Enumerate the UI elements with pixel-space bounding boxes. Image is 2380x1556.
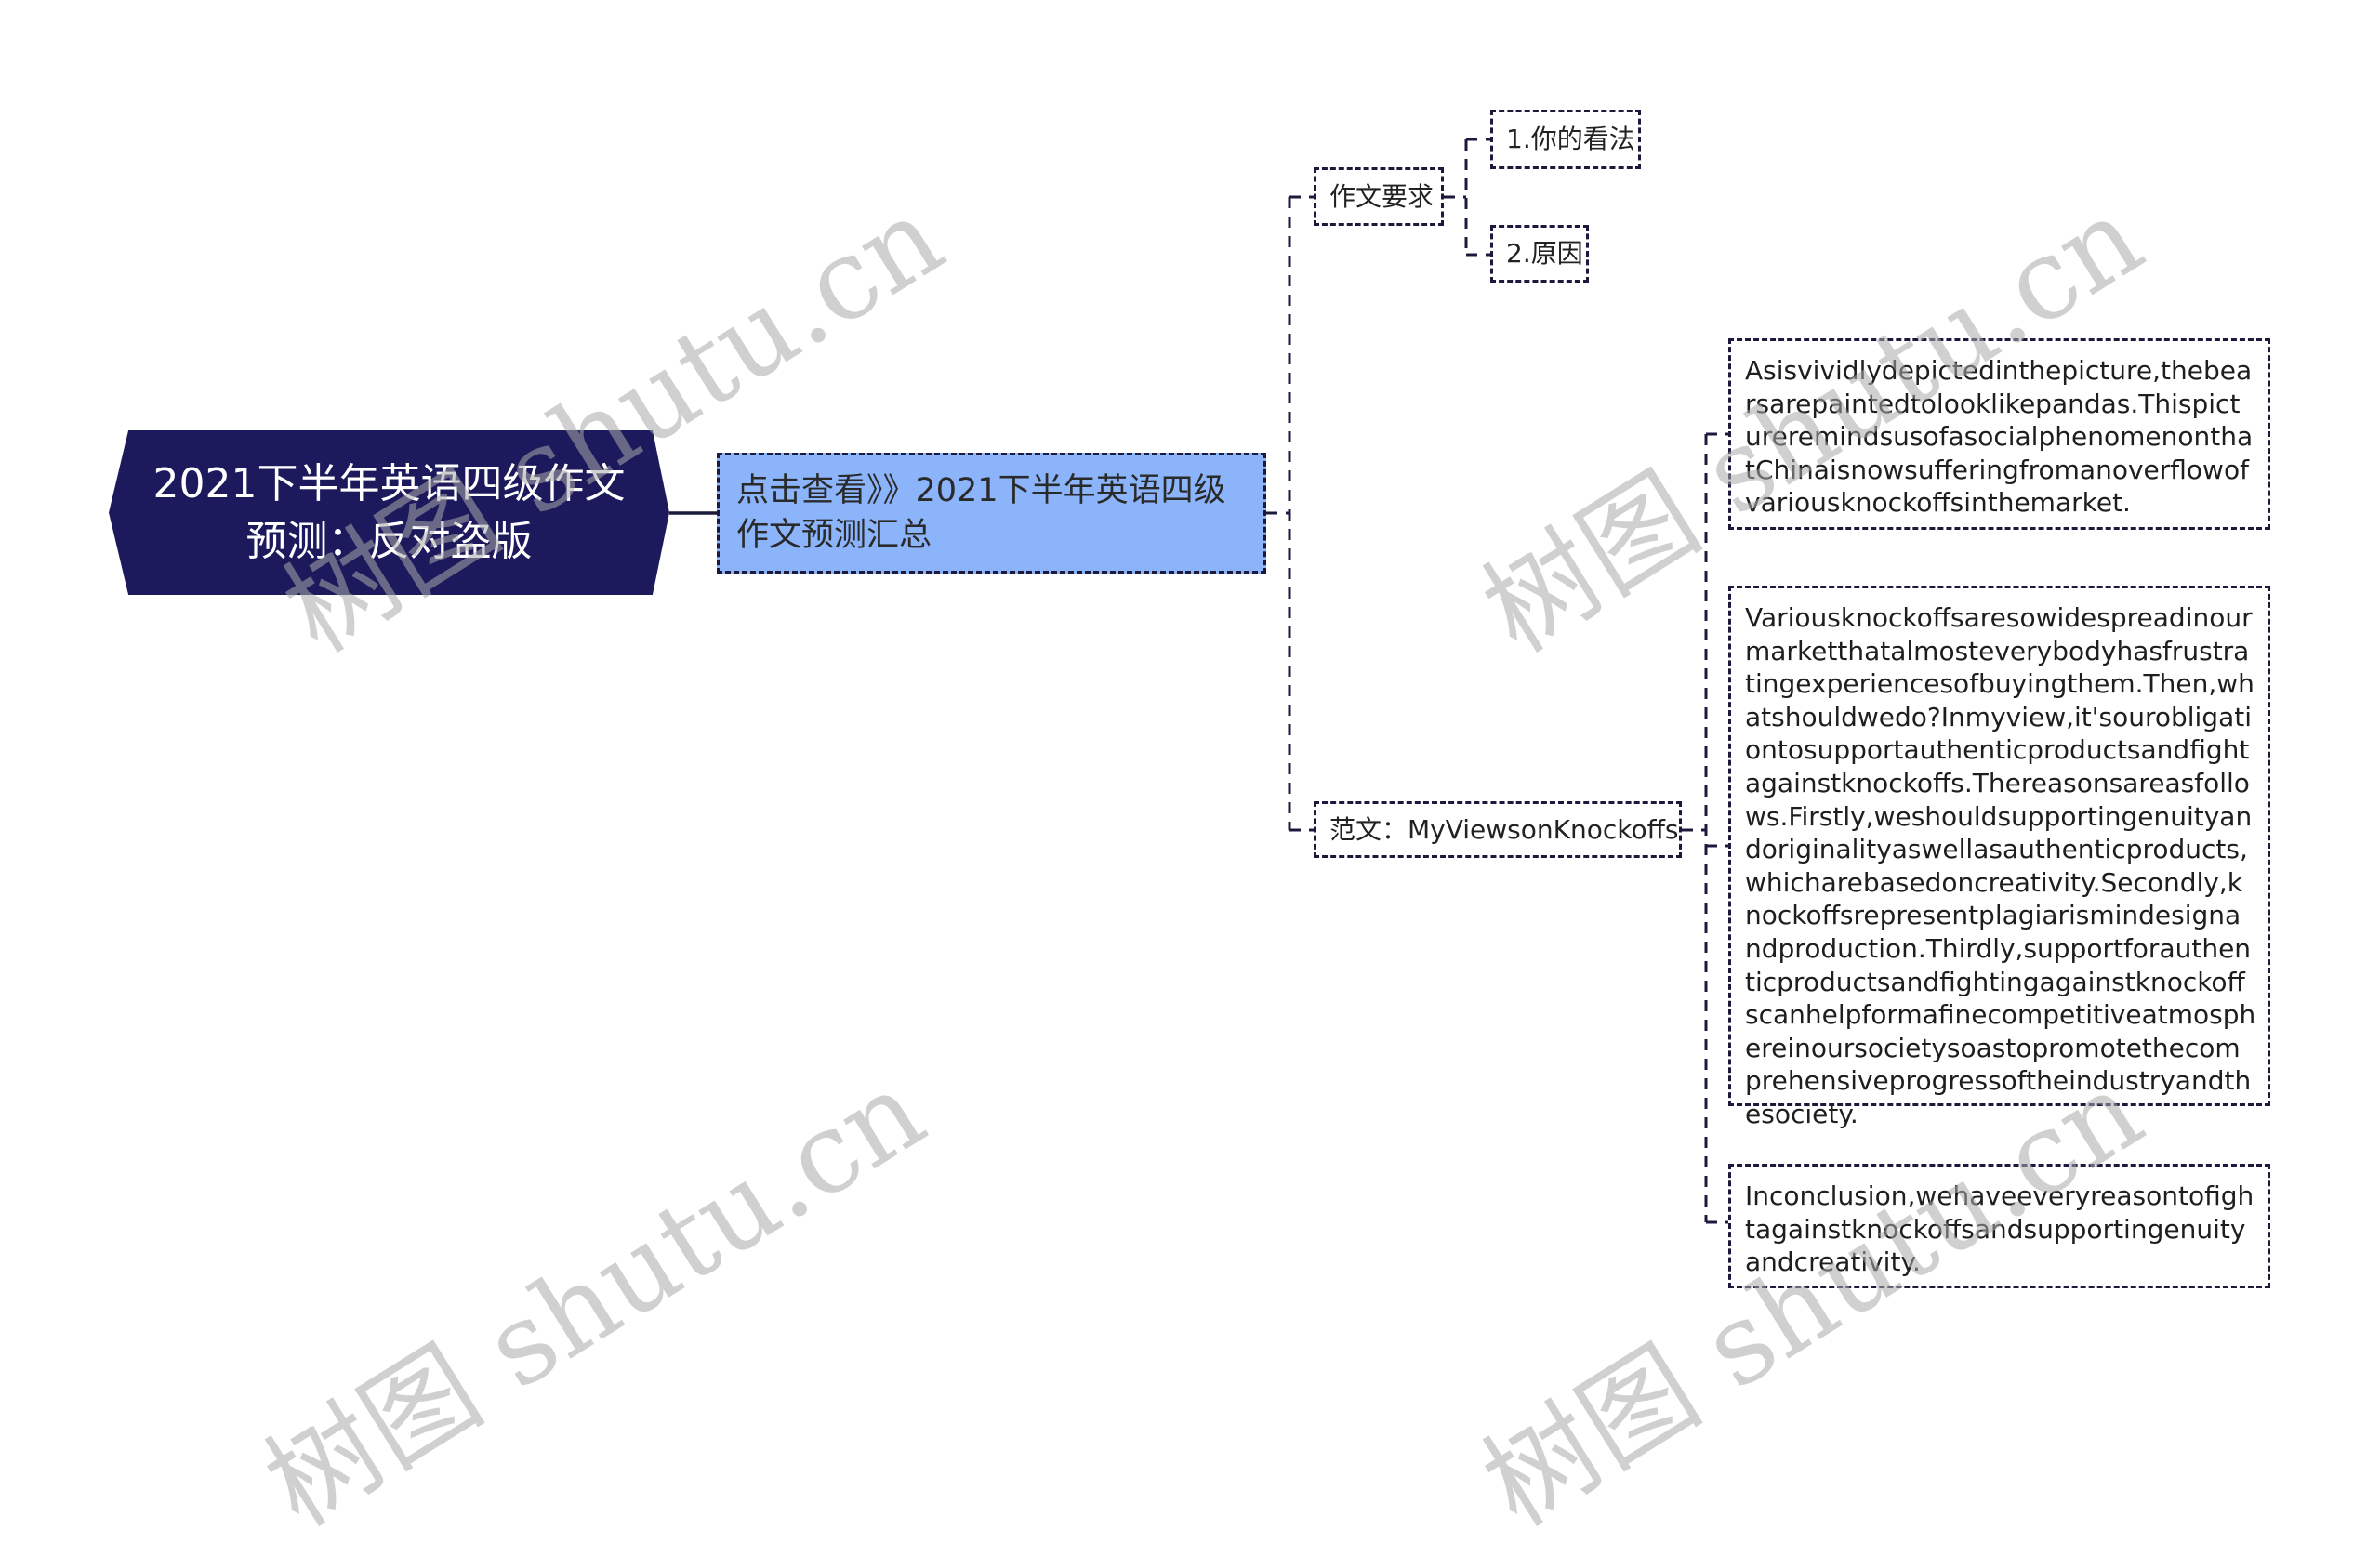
requirements-label: 作文要求 <box>1329 180 1435 212</box>
essay-paragraph-3[interactable]: Inconclusion,wehaveeveryreasontofightaga… <box>1728 1164 2270 1288</box>
summary-link-label[interactable]: 点击查看》》2021下半年英语四级作文预测汇总 <box>736 472 1226 554</box>
requirement-reason-label: 2.原因 <box>1506 238 1583 269</box>
essay-paragraph-2[interactable]: Variousknockoffsaresowidespreadinourmark… <box>1728 586 2270 1129</box>
mindmap-canvas: 2021下半年英语四级作文预测：反对盗版 点击查看》》2021下半年英语四级作文… <box>0 0 2380 1551</box>
root-node[interactable]: 2021下半年英语四级作文预测：反对盗版 <box>109 430 669 595</box>
requirements-node[interactable]: 作文要求 <box>1314 167 1444 226</box>
essay-paragraph-text: Inconclusion,wehaveeveryreasontofightaga… <box>1745 1180 2254 1278</box>
requirement-reason-node[interactable]: 2.原因 <box>1490 225 1589 283</box>
root-title: 2021下半年英语四级作文预测：反对盗版 <box>152 459 626 565</box>
sample-essay-label: 范文：MyViewsonKnockoffs <box>1329 813 1679 845</box>
summary-link-node[interactable]: 点击查看》》2021下半年英语四级作文预测汇总 <box>717 453 1266 574</box>
essay-paragraph-1[interactable]: Asisvividlydepictedinthepicture,thebears… <box>1728 338 2270 530</box>
requirement-opinion-label: 1.你的看法 <box>1506 124 1635 154</box>
requirement-opinion-node[interactable]: 1.你的看法 <box>1490 110 1641 169</box>
essay-paragraph-text: Variousknockoffsaresowidespreadinourmark… <box>1745 602 2256 1129</box>
essay-paragraph-text: Asisvividlydepictedinthepicture,thebears… <box>1745 355 2254 519</box>
sample-essay-node[interactable]: 范文：MyViewsonKnockoffs <box>1314 801 1682 858</box>
